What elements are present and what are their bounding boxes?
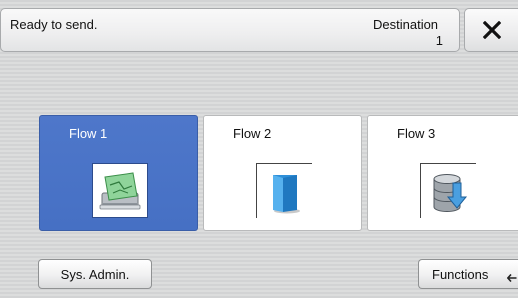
close-button[interactable] [464, 8, 518, 52]
database-download-icon [433, 174, 468, 212]
flow-label: Flow 2 [233, 126, 272, 141]
status-message: Ready to send. [10, 17, 98, 32]
flow-thumbnail [256, 163, 312, 218]
functions-label: Functions [432, 266, 489, 282]
sys-admin-label: Sys. Admin. [60, 266, 130, 282]
functions-button[interactable]: Functions [418, 259, 518, 289]
close-icon [482, 21, 501, 39]
flow-thumbnail [420, 163, 476, 218]
arrow-left-icon [507, 274, 517, 282]
flow-label: Flow 1 [69, 126, 108, 141]
flow-tile-2[interactable]: Flow 2 [203, 115, 362, 231]
sys-admin-button[interactable]: Sys. Admin. [38, 259, 152, 289]
flow-tile-3[interactable]: Flow 3 [367, 115, 518, 231]
destination-label: Destination [373, 17, 439, 32]
flow-label: Flow 3 [397, 126, 436, 141]
flow-thumbnail [92, 163, 148, 218]
destination-count: 1 [435, 33, 443, 48]
scanner-icon [99, 172, 141, 210]
status-panel: Ready to send. Destination 1 [0, 8, 460, 52]
document-icon [273, 175, 300, 214]
flow-tile-1[interactable]: Flow 1 [39, 115, 198, 231]
